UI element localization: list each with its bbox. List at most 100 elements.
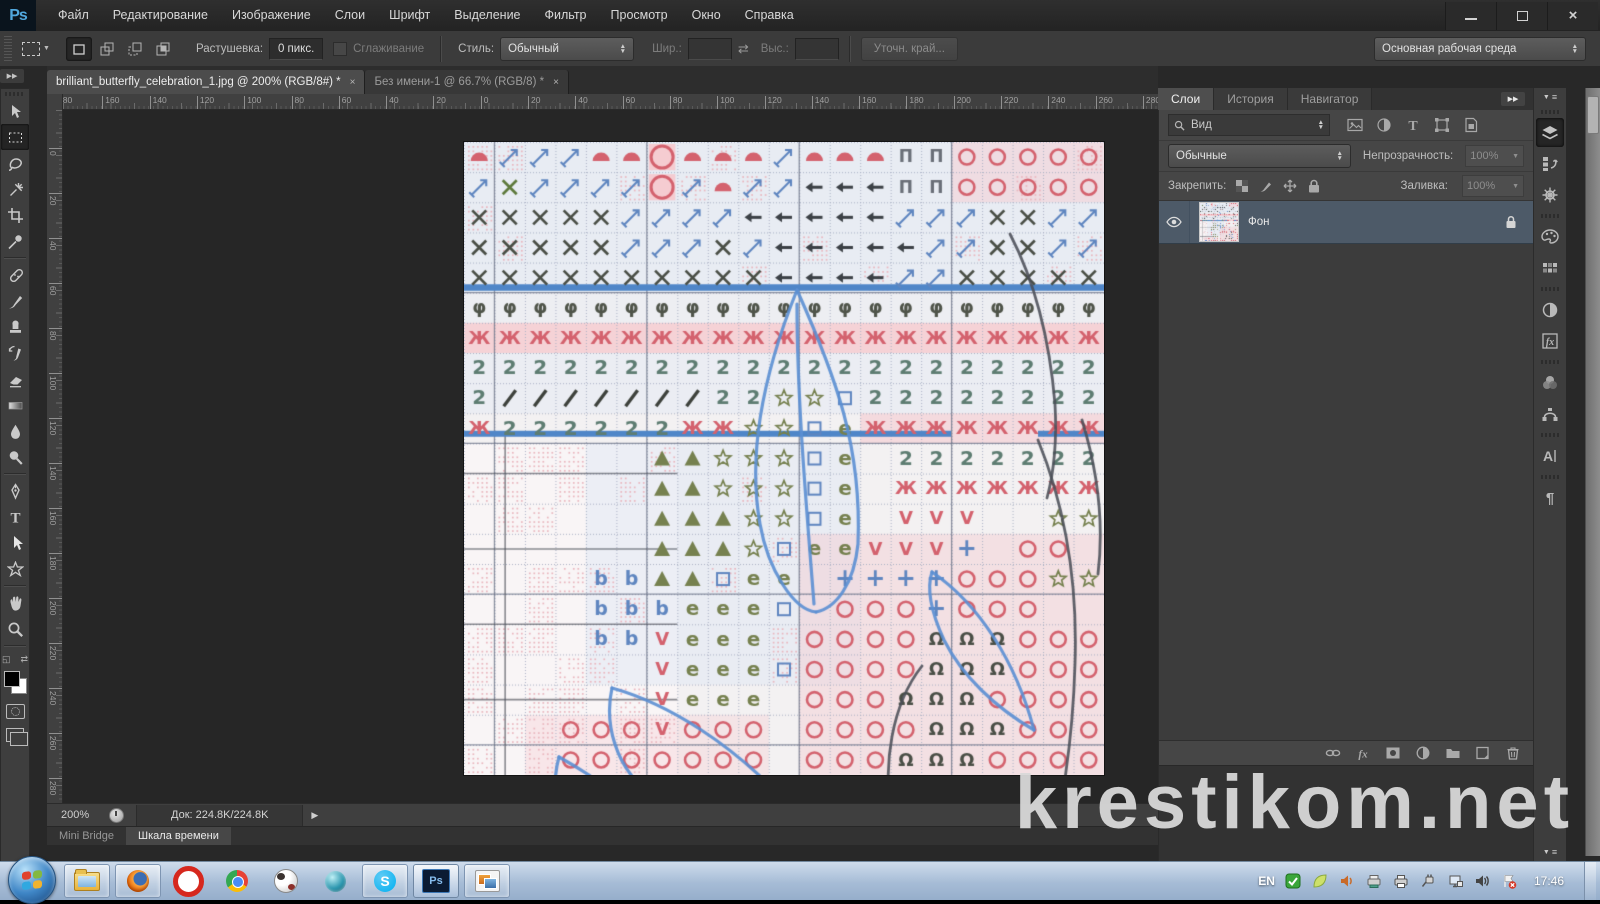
- power-tray-icon[interactable]: [1420, 873, 1437, 890]
- start-button[interactable]: [8, 856, 56, 904]
- smart-object-filter-icon[interactable]: [1462, 117, 1480, 133]
- hand-tool[interactable]: [1, 590, 29, 616]
- type-tool[interactable]: T: [1, 504, 29, 530]
- note-tray-icon[interactable]: [1312, 873, 1329, 890]
- style-dropdown[interactable]: Обычный ▲▼: [500, 37, 634, 61]
- document-size-info[interactable]: Док: 224.8K/224.8K: [136, 805, 303, 826]
- opacity-input[interactable]: 100% ▼: [1465, 145, 1524, 167]
- blur-tool[interactable]: [1, 418, 29, 444]
- clock[interactable]: 17:46: [1534, 874, 1564, 888]
- dock-grip[interactable]: [1541, 360, 1559, 364]
- healing-brush-tool[interactable]: [1, 262, 29, 288]
- dock-grip[interactable]: [1541, 214, 1559, 218]
- zoom-level[interactable]: 200%: [61, 809, 105, 821]
- ruler-origin-corner[interactable]: [47, 94, 63, 111]
- move-tool[interactable]: [1, 98, 29, 124]
- taskbar-explorer-icon[interactable]: [64, 864, 110, 898]
- feather-input[interactable]: 0 пикс.: [269, 38, 323, 60]
- taskbar-image-viewer-icon[interactable]: [464, 864, 510, 898]
- menu-Просмотр[interactable]: Просмотр: [599, 0, 680, 31]
- paragraph-dock-icon[interactable]: ¶: [1536, 483, 1564, 512]
- menu-Файл[interactable]: Файл: [46, 0, 101, 31]
- adjustments-dock-icon[interactable]: [1536, 295, 1564, 324]
- eyedropper-tool[interactable]: [1, 228, 29, 254]
- menu-Фильтр[interactable]: Фильтр: [533, 0, 599, 31]
- printer-tray-icon[interactable]: [1393, 873, 1410, 890]
- document-canvas[interactable]: [464, 142, 1104, 775]
- add-to-selection-icon[interactable]: [94, 37, 120, 61]
- color-dock-icon[interactable]: [1536, 222, 1564, 251]
- taskbar-chrome-icon[interactable]: [215, 865, 259, 897]
- history-dock-icon[interactable]: [1536, 149, 1564, 178]
- horizontal-ruler[interactable]: 1801601401201008060402002040608010012014…: [63, 94, 1158, 110]
- width-input[interactable]: [688, 38, 732, 60]
- collapse-panels-icon[interactable]: ▶▶: [1501, 92, 1525, 106]
- document-tab-1[interactable]: brilliant_butterfly_celebration_1.jpg @ …: [47, 70, 365, 94]
- options-bar-grip[interactable]: [4, 36, 12, 62]
- crop-tool[interactable]: [1, 202, 29, 228]
- layer-mask-icon[interactable]: [1385, 745, 1401, 761]
- taskbar-firefox-icon[interactable]: [115, 864, 161, 898]
- clone-stamp-tool[interactable]: [1, 314, 29, 340]
- default-colors-icon[interactable]: ◱: [2, 654, 11, 665]
- taskbar-media-app-icon[interactable]: [264, 865, 308, 897]
- bottom-tab-Шкала времени[interactable]: Шкала времени: [126, 827, 231, 845]
- brush-tool[interactable]: [1, 288, 29, 314]
- taskbar-globe-app-icon[interactable]: [313, 865, 357, 897]
- scrollbar-thumb[interactable]: [1587, 96, 1599, 134]
- blend-mode-dropdown[interactable]: Обычные ▲▼: [1168, 144, 1351, 168]
- document-tab-2[interactable]: Без имени-1 @ 66.7% (RGB/8) *×: [365, 70, 568, 94]
- status-menu-icon[interactable]: [109, 808, 124, 823]
- tool-preset-picker[interactable]: ▼: [16, 40, 56, 58]
- shape-layer-filter-icon[interactable]: [1433, 117, 1451, 133]
- pixel-layer-filter-icon[interactable]: [1346, 117, 1364, 133]
- antivirus-tray-icon[interactable]: [1285, 873, 1302, 890]
- layer-visibility-toggle[interactable]: [1159, 201, 1190, 243]
- panel-tab-История[interactable]: История: [1214, 88, 1288, 110]
- volume-tray-icon[interactable]: [1474, 873, 1491, 890]
- menu-Шрифт[interactable]: Шрифт: [377, 0, 442, 31]
- swatches-dock-icon[interactable]: [1536, 253, 1564, 282]
- path-selection-tool[interactable]: [1, 530, 29, 556]
- subtract-from-selection-icon[interactable]: [122, 37, 148, 61]
- canvas-pasteboard[interactable]: [63, 110, 1158, 803]
- close-icon[interactable]: ×: [1547, 2, 1598, 30]
- shape-tool[interactable]: [1, 556, 29, 582]
- layer-group-icon[interactable]: [1445, 745, 1461, 761]
- magic-wand-tool[interactable]: [1, 176, 29, 202]
- rectangular-marquee-tool[interactable]: [1, 124, 29, 150]
- paths-dock-icon[interactable]: [1536, 399, 1564, 428]
- layer-row-background[interactable]: Фон: [1159, 201, 1533, 244]
- swap-dimensions-icon[interactable]: ⇄: [738, 41, 749, 57]
- dock-grip[interactable]: [1541, 475, 1559, 479]
- close-tab-icon[interactable]: ×: [553, 77, 559, 88]
- kuler-dock-icon[interactable]: [1536, 368, 1564, 397]
- refine-edge-button[interactable]: Уточн. край...: [861, 37, 958, 61]
- styles-dock-icon[interactable]: fx: [1536, 326, 1564, 355]
- foreground-color-swatch[interactable]: [4, 671, 20, 687]
- pen-tool[interactable]: [1, 478, 29, 504]
- menu-Справка[interactable]: Справка: [733, 0, 806, 31]
- layer-thumbnail[interactable]: [1200, 203, 1238, 241]
- bottom-tab-Mini Bridge[interactable]: Mini Bridge: [47, 827, 126, 845]
- lock-transparency-icon[interactable]: [1234, 179, 1249, 194]
- menu-Изображение[interactable]: Изображение: [220, 0, 323, 31]
- history-brush-tool[interactable]: [1, 340, 29, 366]
- language-indicator[interactable]: EN: [1258, 874, 1275, 888]
- filter-kind-dropdown[interactable]: Вид ▲▼: [1168, 114, 1330, 136]
- taskbar-photoshop-icon[interactable]: Ps: [413, 864, 459, 898]
- quick-mask-icon[interactable]: [6, 704, 25, 719]
- menu-Редактирование[interactable]: Редактирование: [101, 0, 220, 31]
- menu-Окно[interactable]: Окно: [680, 0, 733, 31]
- layer-style-icon[interactable]: fx: [1355, 745, 1371, 761]
- menu-Слои[interactable]: Слои: [323, 0, 377, 31]
- navigator-dock-icon[interactable]: [1536, 180, 1564, 209]
- lasso-tool[interactable]: [1, 150, 29, 176]
- delete-layer-icon[interactable]: [1505, 745, 1521, 761]
- menu-Выделение[interactable]: Выделение: [442, 0, 532, 31]
- restore-icon[interactable]: [1496, 2, 1547, 30]
- dock-menu-icon[interactable]: ▼≡: [1543, 91, 1557, 103]
- gradient-tool[interactable]: [1, 392, 29, 418]
- lock-paint-icon[interactable]: [1258, 179, 1273, 194]
- character-dock-icon[interactable]: A: [1536, 441, 1564, 470]
